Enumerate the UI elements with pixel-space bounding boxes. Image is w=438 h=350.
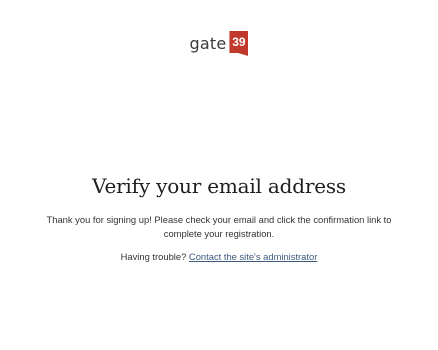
help-prefix: Having trouble?	[120, 251, 187, 262]
contact-admin-link[interactable]: Contact the site's administrator	[189, 251, 317, 262]
page-title: Verify your email address	[92, 174, 346, 198]
logo-badge-icon: 39	[229, 31, 249, 56]
help-text: Having trouble? Contact the site's admin…	[0, 251, 438, 262]
site-logo: gate 39	[0, 31, 438, 56]
confirmation-message: Thank you for signing up! Please check y…	[46, 214, 392, 239]
logo-group[interactable]: gate 39	[190, 31, 249, 56]
logo-wordmark: gate	[189, 33, 227, 53]
